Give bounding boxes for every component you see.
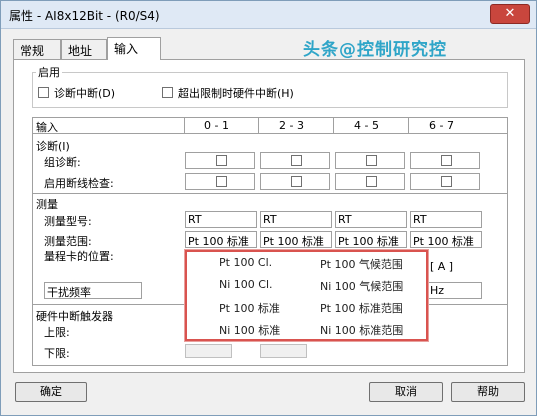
hw-trigger-label: 硬件中断触发器: [36, 310, 113, 323]
hw-interrupt-checkbox[interactable]: [162, 87, 173, 98]
measure-section-label: 测量: [36, 198, 58, 211]
interference-frequency-field[interactable]: 干扰频率: [44, 282, 142, 299]
header-divider: [32, 133, 508, 134]
hw-interrupt-label: 超出限制时硬件中断(H): [178, 87, 294, 100]
ok-button[interactable]: 确定: [15, 382, 87, 402]
col-divider: [258, 117, 259, 133]
wire-check-checkbox[interactable]: [441, 176, 452, 187]
option-ni100-cl[interactable]: Ni 100 Cl.: [219, 278, 273, 291]
window-title: 属性 - AI8x12Bit - (R0/S4): [9, 9, 160, 23]
group-diag-cell-2[interactable]: [335, 152, 405, 169]
diag-interrupt-checkbox[interactable]: [38, 87, 49, 98]
cancel-button[interactable]: 取消: [369, 382, 443, 402]
wire-check-cell-0[interactable]: [185, 173, 255, 190]
close-button[interactable]: ✕: [490, 4, 530, 24]
group-diag-checkbox[interactable]: [291, 155, 302, 166]
watermark: 头条@控制研究控: [303, 40, 447, 60]
col-divider: [184, 117, 185, 133]
wire-check-checkbox[interactable]: [291, 176, 302, 187]
group-diag-checkbox[interactable]: [216, 155, 227, 166]
title-bar: 属性 - AI8x12Bit - (R0/S4) ✕: [1, 1, 536, 29]
col-divider: [333, 117, 334, 133]
tab-address[interactable]: 地址: [61, 39, 107, 59]
group-diag-checkbox[interactable]: [366, 155, 377, 166]
properties-dialog: 属性 - AI8x12Bit - (R0/S4) ✕ 常规 地址 输入 头条@控…: [0, 0, 537, 416]
wire-check-checkbox[interactable]: [366, 176, 377, 187]
table-header-input: 输入: [36, 121, 58, 134]
option-pt100-standard-range[interactable]: Pt 100 标准范围: [320, 300, 403, 316]
tab-general[interactable]: 常规: [13, 39, 61, 59]
option-ni100-climate[interactable]: Ni 100 气候范围: [320, 278, 403, 294]
range-card-value: [ A ]: [430, 260, 454, 273]
wire-check-checkbox[interactable]: [216, 176, 227, 187]
measure-type-field-1[interactable]: RT: [260, 211, 332, 228]
measure-type-field-3[interactable]: RT: [410, 211, 482, 228]
option-pt100-climate[interactable]: Pt 100 气候范围: [320, 256, 403, 272]
col-header-0-1: 0 - 1: [204, 119, 229, 132]
diag-interrupt-label: 诊断中断(D): [54, 87, 116, 100]
measure-range-field-1[interactable]: Pt 100 标准: [260, 231, 332, 248]
col-header-4-5: 4 - 5: [354, 119, 379, 132]
tab-input[interactable]: 输入: [107, 37, 161, 60]
measure-type-label: 测量型号:: [44, 215, 92, 228]
upper-limit-label: 上限:: [44, 326, 70, 339]
option-ni100-standard[interactable]: Ni 100 标准: [219, 322, 280, 338]
measure-type-field-0[interactable]: RT: [185, 211, 257, 228]
help-button[interactable]: 帮助: [451, 382, 525, 402]
col-header-6-7: 6 - 7: [429, 119, 454, 132]
measure-range-label: 测量范围:: [44, 235, 92, 248]
col-header-2-3: 2 - 3: [279, 119, 304, 132]
lower-limit-label: 下限:: [44, 347, 70, 360]
wire-check-cell-2[interactable]: [335, 173, 405, 190]
lower-limit-field-0[interactable]: [185, 344, 232, 358]
frequency-unit-field[interactable]: Hz: [427, 282, 482, 299]
option-pt100-cl[interactable]: Pt 100 Cl.: [219, 256, 272, 269]
option-pt100-standard[interactable]: Pt 100 标准: [219, 300, 280, 316]
enable-group-title: 启用: [36, 64, 62, 80]
option-ni100-standard-range[interactable]: Ni 100 标准范围: [320, 322, 403, 338]
measure-range-dropdown: Pt 100 Cl. Pt 100 气候范围 Ni 100 Cl. Ni 100…: [185, 250, 428, 341]
group-diag-label: 组诊断:: [44, 156, 81, 169]
diag-section-label: 诊断(I): [36, 140, 70, 153]
wire-check-cell-3[interactable]: [410, 173, 480, 190]
measure-range-field-0[interactable]: Pt 100 标准: [185, 231, 257, 248]
range-card-label: 量程卡的位置:: [44, 250, 114, 263]
section-divider: [32, 193, 508, 194]
group-diag-cell-1[interactable]: [260, 152, 330, 169]
measure-type-field-2[interactable]: RT: [335, 211, 407, 228]
wire-check-cell-1[interactable]: [260, 173, 330, 190]
measure-range-field-2[interactable]: Pt 100 标准: [335, 231, 407, 248]
group-diag-cell-0[interactable]: [185, 152, 255, 169]
group-diag-cell-3[interactable]: [410, 152, 480, 169]
col-divider: [408, 117, 409, 133]
lower-limit-field-1[interactable]: [260, 344, 307, 358]
measure-range-field-3[interactable]: Pt 100 标准: [410, 231, 482, 248]
group-diag-checkbox[interactable]: [441, 155, 452, 166]
wire-check-label: 启用断线检查:: [44, 177, 114, 190]
